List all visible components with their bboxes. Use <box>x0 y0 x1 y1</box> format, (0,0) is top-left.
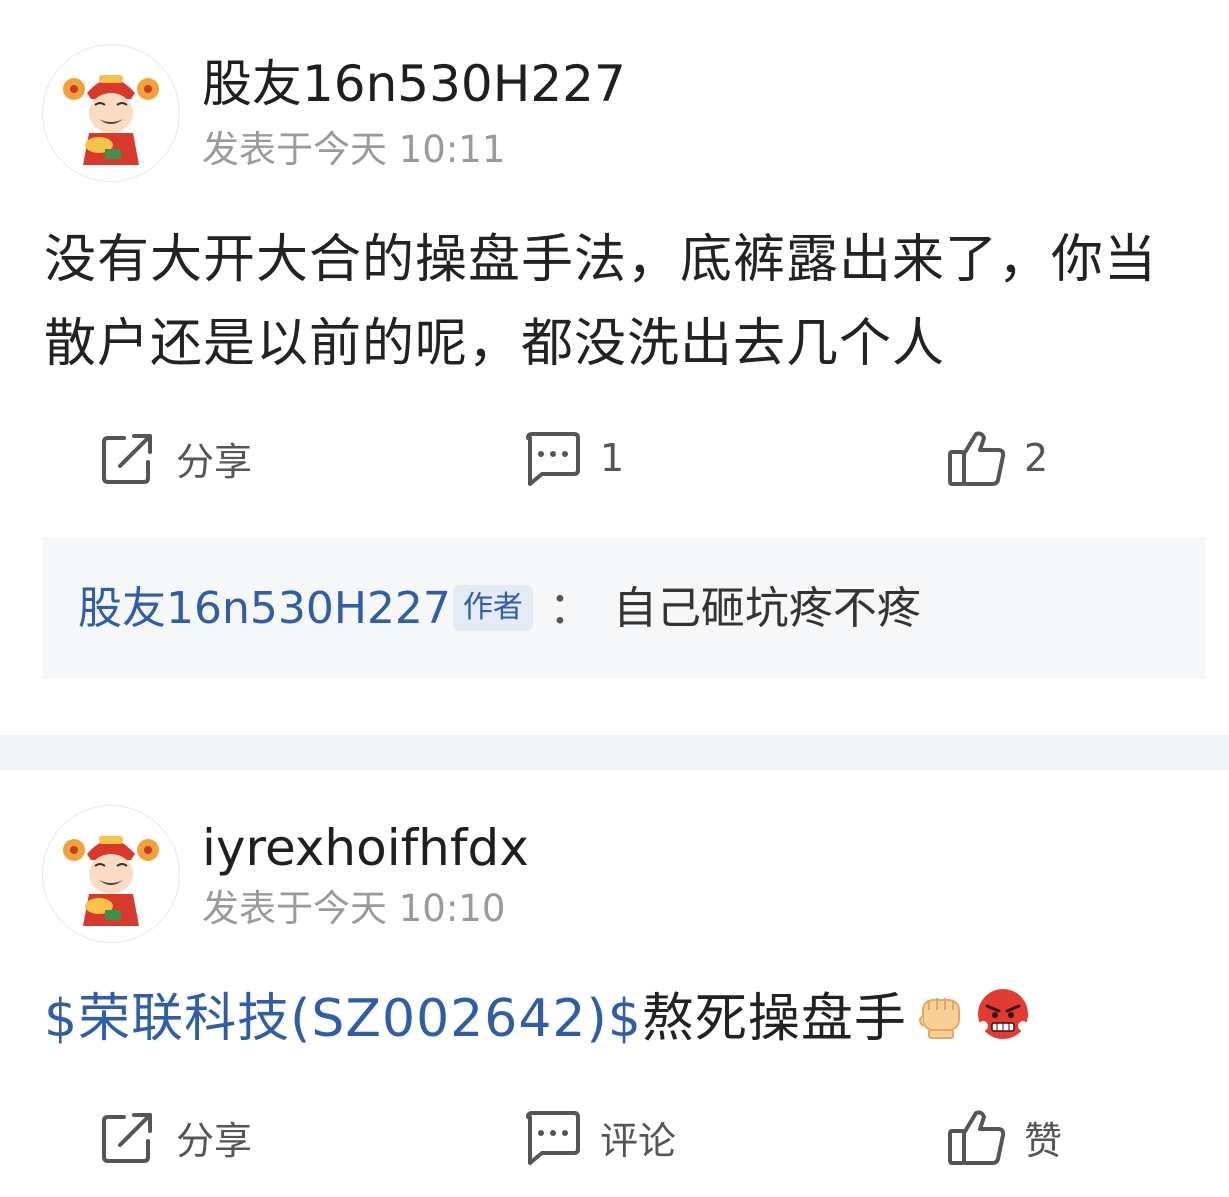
like-button[interactable]: 2 <box>946 418 1048 498</box>
like-label: 赞 <box>1024 1118 1063 1163</box>
fist-emoji-icon <box>918 998 960 1039</box>
avatar[interactable] <box>42 805 180 943</box>
post-divider <box>0 735 1229 770</box>
comment-icon <box>526 1111 580 1165</box>
author-badge: 作者 <box>452 585 533 631</box>
reply-text: 自己砸坑疼不疼 <box>612 583 921 634</box>
share-button[interactable]: 分享 <box>98 418 252 498</box>
like-button[interactable]: 赞 <box>946 1097 1062 1177</box>
post-text: 熬死操盘手 <box>641 989 907 1049</box>
action-bar: 分享 1 2 <box>0 418 1229 498</box>
comment-post: 股友16n530H227 发表于今天 10:11 没有大开大合的操盘手法，底裤露… <box>0 0 1229 735</box>
share-icon <box>102 1113 152 1163</box>
comment-post: iyrexhoifhfdx 发表于今天 10:10 $荣联科技(SZ002642… <box>0 770 1229 1197</box>
share-icon <box>102 434 152 484</box>
share-label: 分享 <box>176 1118 253 1163</box>
like-count: 2 <box>1024 436 1049 480</box>
comment-label: 评论 <box>600 1118 677 1163</box>
reply-preview[interactable]: 股友16n530H227 作者 ： 自己砸坑疼不疼 <box>42 537 1206 679</box>
post-timestamp: 发表于今天 10:11 <box>202 128 506 171</box>
reply-separator: ： <box>548 583 593 634</box>
share-label: 分享 <box>176 439 253 484</box>
stock-link[interactable]: $荣联科技(SZ002642)$ <box>44 989 642 1049</box>
avatar[interactable] <box>42 44 180 182</box>
post-content: 没有大开大合的操盘手法，底裤露出来了，你当散户还是以前的呢，都没洗出去几个人 <box>44 230 1158 374</box>
action-bar: 分享 评论 赞 <box>0 1097 1229 1177</box>
thumbs-up-icon <box>948 1110 1006 1165</box>
username[interactable]: iyrexhoifhfdx <box>202 820 529 876</box>
reply-author[interactable]: 股友16n530H227 <box>78 583 451 634</box>
share-button[interactable]: 分享 <box>98 1097 252 1177</box>
thumbs-up-icon <box>948 431 1006 486</box>
comment-button[interactable]: 评论 <box>522 1097 676 1177</box>
comment-feed: 股友16n530H227 发表于今天 10:11 没有大开大合的操盘手法，底裤露… <box>0 0 1229 1197</box>
angry-face-emoji-icon <box>977 989 1028 1039</box>
fortune-god-avatar-icon <box>63 75 159 165</box>
post-content: $荣联科技(SZ002642)$熬死操盘手 <box>44 977 1194 1061</box>
fortune-god-avatar-icon <box>63 836 159 926</box>
comment-icon <box>526 432 580 486</box>
reply-line: 股友16n530H227 作者 ： 自己砸坑疼不疼 <box>78 581 921 637</box>
comment-count: 1 <box>600 436 625 480</box>
post-timestamp: 发表于今天 10:10 <box>202 887 506 930</box>
comment-button[interactable]: 1 <box>522 418 624 498</box>
username[interactable]: 股友16n530H227 <box>202 56 626 112</box>
